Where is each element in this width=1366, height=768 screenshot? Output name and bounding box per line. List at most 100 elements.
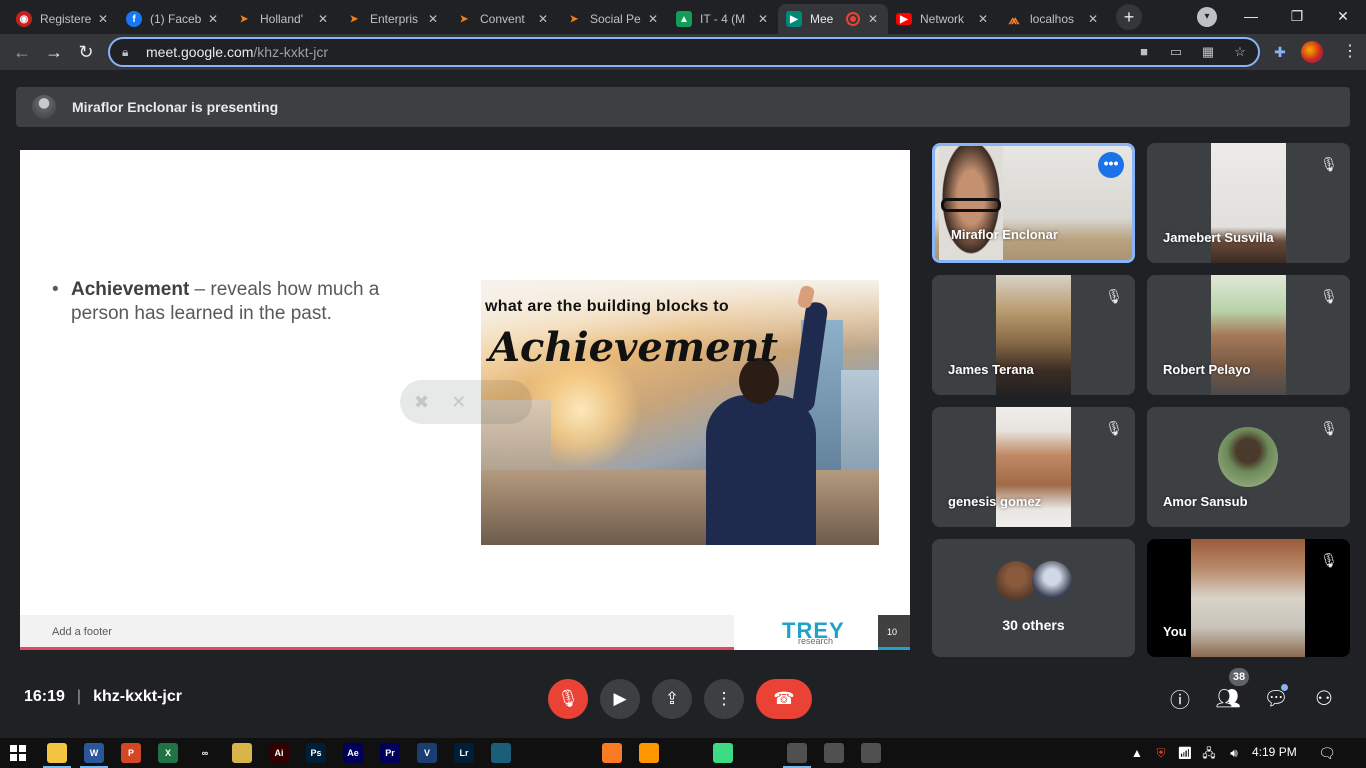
present-now-button[interactable]: ⇪ <box>652 679 692 719</box>
browser-tab-facebook[interactable]: f (1) Faceb ✕ <box>118 4 228 34</box>
close-icon[interactable]: ✕ <box>536 12 550 26</box>
browser-tab-social[interactable]: ➤ Social Pe ✕ <box>558 4 668 34</box>
extensions-icon[interactable]: ✚ <box>1271 43 1289 61</box>
taskbar-app-xampp-icon[interactable] <box>602 743 622 763</box>
browser-menu-icon[interactable]: ⋮ <box>1340 40 1360 64</box>
leave-call-button[interactable]: ☎︎ <box>756 679 812 719</box>
forward-button[interactable]: → <box>42 40 66 64</box>
close-window-button[interactable]: ✕ <box>1320 4 1366 28</box>
taskbar-app-powerpoint-icon[interactable]: P <box>121 743 141 763</box>
camera-toggle-button[interactable]: ▶ <box>600 679 640 719</box>
minimize-button[interactable]: — <box>1228 4 1274 28</box>
close-icon[interactable]: ✕ <box>976 12 990 26</box>
browser-tab-convent[interactable]: ➤ Convent ✕ <box>448 4 558 34</box>
close-icon[interactable]: ✕ <box>1086 12 1100 26</box>
taskbar-app-vscode-icon[interactable] <box>676 743 696 763</box>
taskbar-app-after-effects-icon[interactable]: Ae <box>343 743 363 763</box>
bookmark-star-icon[interactable]: ☆ <box>1231 43 1249 61</box>
cast-icon[interactable]: ▭ <box>1167 43 1185 61</box>
windows-start-icon[interactable] <box>10 745 26 761</box>
mic-toggle-button[interactable]: 🎙︎ <box>548 679 588 719</box>
taskbar-clock[interactable]: 4:19 PM <box>1252 745 1297 759</box>
pin-overlay[interactable]: ✖ ✕ <box>400 380 532 424</box>
participant-tile-robert[interactable]: 🎙︎ Robert Pelayo <box>1147 275 1350 395</box>
browser-tab-localhost[interactable]: ⩕ localhos ✕ <box>998 4 1108 34</box>
participant-tile-miraflor[interactable]: ••• Miraflor Enclonar <box>932 143 1135 263</box>
taskbar-app-record-icon[interactable] <box>750 743 770 763</box>
reload-button[interactable]: ↻ <box>74 40 98 64</box>
participant-tile-you[interactable]: 🎙︎ You <box>1147 539 1350 657</box>
browser-tab-classroom[interactable]: ▲ IT - 4 (M ✕ <box>668 4 778 34</box>
others-tile[interactable]: 30 others <box>932 539 1135 657</box>
taskbar-app-lightroom-icon[interactable]: Lr <box>454 743 474 763</box>
participant-tile-genesis[interactable]: 🎙︎ genesis gomez <box>932 407 1135 527</box>
browser-tab-holland[interactable]: ➤ Holland' ✕ <box>228 4 338 34</box>
taskbar-app-sublime-icon[interactable] <box>639 743 659 763</box>
presentation-slide[interactable]: • Achievement – reveals how much a perso… <box>20 150 910 650</box>
lock-icon[interactable]: 🔒︎ <box>122 45 134 59</box>
activities-button[interactable]: ⚇ <box>1310 684 1338 712</box>
taskbar-app-packet-tracer-icon[interactable] <box>491 743 511 763</box>
page-number-bar <box>878 647 910 650</box>
camera-icon[interactable]: ■ <box>1135 43 1153 61</box>
browser-tab-enterprise[interactable]: ➤ Enterpris ✕ <box>338 4 448 34</box>
taskbar-app-android-studio-icon[interactable] <box>713 743 733 763</box>
more-options-button[interactable]: ⋮ <box>704 679 744 719</box>
restore-button[interactable]: ❐ <box>1274 4 1320 28</box>
slide-footer: Add a footer <box>20 615 734 650</box>
browser-tab-meet[interactable]: ▶ Mee ✕ <box>778 4 888 34</box>
participant-tile-james[interactable]: 🎙︎ James Terana <box>932 275 1135 395</box>
close-icon[interactable]: ✕ <box>206 12 220 26</box>
wifi-icon[interactable]: 📶︎ <box>1176 745 1194 761</box>
mic-off-icon: 🎙︎ <box>557 689 579 708</box>
taskbar-app-premiere-icon[interactable]: Pr <box>380 743 400 763</box>
browser-tab-youtube[interactable]: ▶ Network ✕ <box>888 4 998 34</box>
taskbar-app-notepad-icon[interactable] <box>824 743 844 763</box>
address-bar[interactable]: 🔒︎ meet.google.com/khz-kxkt-jcr <box>108 37 1260 67</box>
footer-accent-bar <box>20 647 734 650</box>
notifications-icon[interactable]: 🗨︎ <box>1318 744 1336 762</box>
close-icon[interactable]: ✕ <box>756 12 770 26</box>
taskbar-app-vegas-icon[interactable]: V <box>417 743 437 763</box>
moodle-icon: ➤ <box>569 13 579 25</box>
security-icon[interactable]: ⛨ <box>1152 745 1170 761</box>
taskbar-app-file-explorer-icon[interactable] <box>43 743 71 768</box>
close-icon[interactable]: ✕ <box>866 12 880 26</box>
close-icon[interactable]: ✕ <box>426 12 440 26</box>
taskbar-app-paint-icon[interactable] <box>232 743 252 763</box>
info-icon: ⓘ <box>1170 689 1190 712</box>
more-vert-icon: ⋮ <box>715 689 733 708</box>
close-icon[interactable]: ✕ <box>316 12 330 26</box>
taskbar-app-excel-icon[interactable]: X <box>158 743 178 763</box>
taskbar-app-chrome-running-icon[interactable] <box>783 743 811 768</box>
taskbar-app-word-icon[interactable]: W <box>80 743 108 768</box>
new-tab-button[interactable]: + <box>1116 4 1142 30</box>
close-icon[interactable]: ✕ <box>96 12 110 26</box>
people-icon: 👥︎ <box>1215 687 1241 710</box>
network-icon[interactable]: 🖧︎ <box>1200 745 1218 761</box>
taskbar-app-illustrator-icon[interactable]: Ai <box>269 743 289 763</box>
presenting-text: Miraflor Enclonar is presenting <box>72 99 279 115</box>
participant-tile-jamebert[interactable]: 🎙︎ Jamebert Susvilla <box>1147 143 1350 263</box>
browser-tab-registered[interactable]: ◉ Registere ✕ <box>8 4 118 34</box>
taskbar-app-photos-icon[interactable] <box>861 743 881 763</box>
unpin-icon[interactable]: ✖ <box>414 392 429 413</box>
volume-icon[interactable]: 🔊︎ <box>1224 745 1244 761</box>
present-to-all-icon: ⇪ <box>664 689 680 708</box>
more-options-icon[interactable]: ••• <box>1098 152 1124 178</box>
taskbar-app-vlc-icon[interactable] <box>528 743 548 763</box>
mute-presentation-icon[interactable]: ✕ <box>451 392 466 413</box>
meeting-details-button[interactable]: ⓘ <box>1166 684 1194 712</box>
tab-search-icon[interactable]: ▾ <box>1197 7 1217 27</box>
participant-video <box>996 275 1071 395</box>
taskbar-app-chrome-icon[interactable] <box>565 743 585 763</box>
apps-icon[interactable]: ▦ <box>1199 43 1217 61</box>
back-button[interactable]: ← <box>10 40 34 64</box>
people-button[interactable]: 👥︎ <box>1214 684 1242 712</box>
taskbar-app-infinity-icon[interactable]: ∞ <box>195 743 215 763</box>
profile-avatar[interactable] <box>1301 41 1323 63</box>
taskbar-app-photoshop-icon[interactable]: Ps <box>306 743 326 763</box>
participant-tile-amor[interactable]: 🎙︎ Amor Sansub <box>1147 407 1350 527</box>
show-hidden-icons-icon[interactable]: ▲ <box>1131 745 1143 761</box>
close-icon[interactable]: ✕ <box>646 12 660 26</box>
